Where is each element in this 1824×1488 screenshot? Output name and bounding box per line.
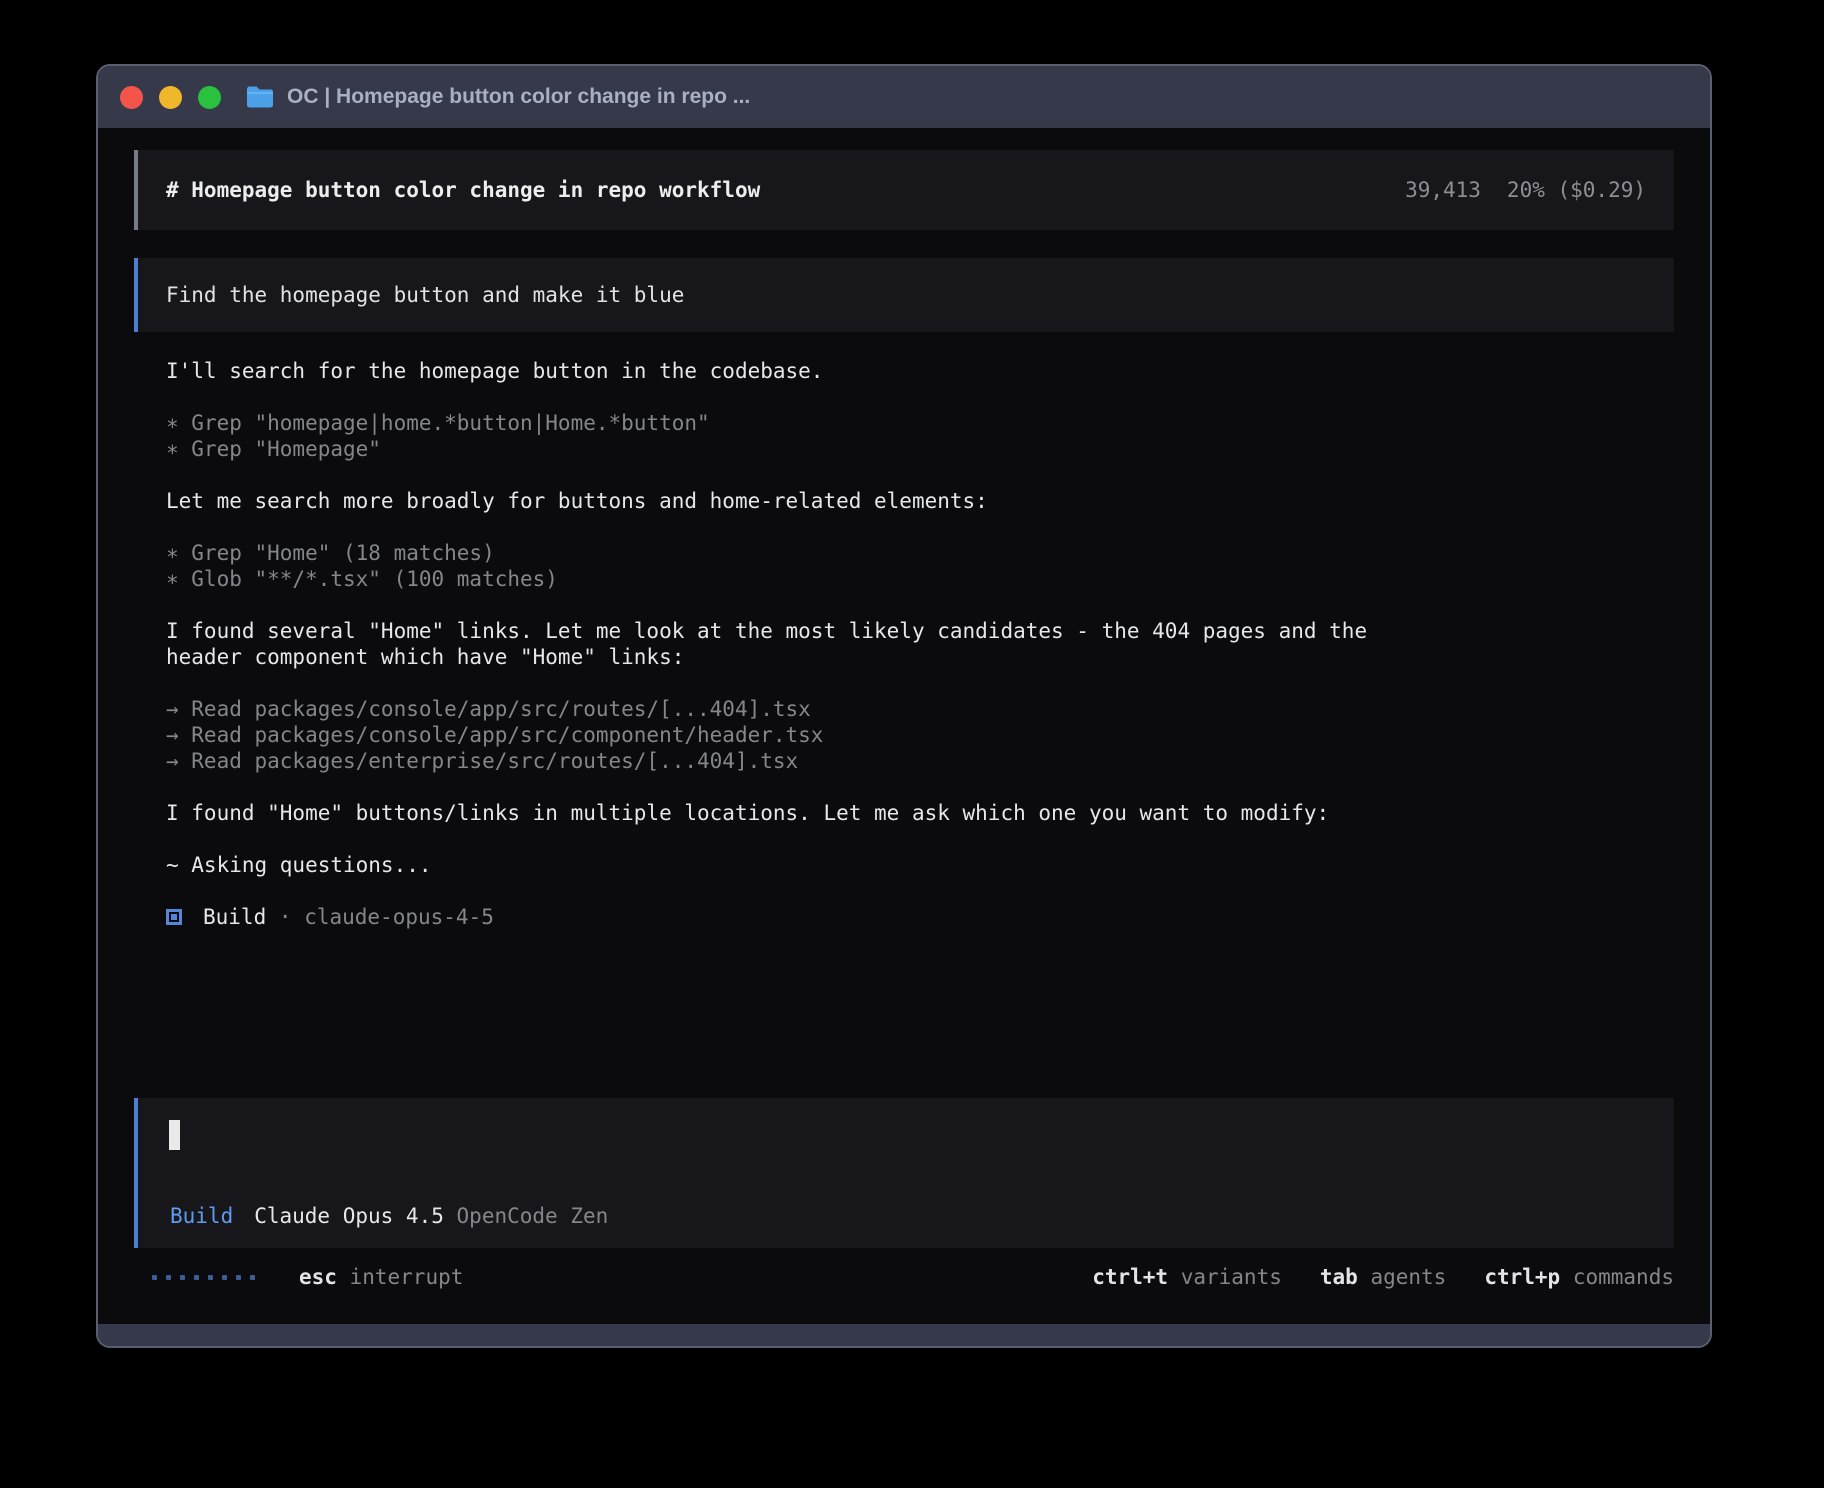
- agent-name: Build: [203, 905, 266, 929]
- interrupt-label: interrupt: [350, 1265, 464, 1289]
- session-header: # Homepage button color change in repo w…: [134, 150, 1674, 230]
- transcript-line: ∗ Grep "Home" (18 matches): [166, 540, 1674, 566]
- spinner-dot: [152, 1275, 157, 1280]
- interrupt-key: esc: [299, 1265, 337, 1289]
- user-message: Find the homepage button and make it blu…: [134, 258, 1674, 332]
- window-title: OC | Homepage button color change in rep…: [287, 85, 750, 109]
- build-agent-icon: [166, 909, 182, 925]
- agents-hint: tab agents: [1320, 1265, 1446, 1289]
- input-provider-name: OpenCode Zen: [444, 1204, 608, 1228]
- prompt-input[interactable]: Build Claude Opus 4.5 OpenCode Zen: [134, 1098, 1674, 1248]
- agent-separator: ·: [266, 905, 304, 929]
- statusbar-left: esc interrupt: [152, 1265, 463, 1289]
- interrupt-hint: esc interrupt: [299, 1265, 463, 1289]
- transcript-line: Let me search more broadly for buttons a…: [166, 488, 1674, 514]
- spinner-dot: [208, 1275, 213, 1280]
- terminal-content: # Homepage button color change in repo w…: [98, 128, 1710, 1324]
- input-model-name: Claude Opus 4.5: [254, 1204, 444, 1228]
- session-stats: 39,413 20% ($0.29): [1405, 178, 1646, 202]
- transcript-line: → Read packages/console/app/src/componen…: [166, 722, 1674, 748]
- variants-hint: ctrl+t variants: [1092, 1265, 1282, 1289]
- spinner-dot: [222, 1275, 227, 1280]
- text-cursor: [169, 1120, 180, 1150]
- transcript-line: ∗ Glob "**/*.tsx" (100 matches): [166, 566, 1674, 592]
- transcript-line: [166, 462, 1674, 488]
- minimize-button[interactable]: [159, 86, 182, 109]
- transcript-line: ~ Asking questions...: [166, 852, 1674, 878]
- content-spacer: [134, 930, 1674, 1098]
- input-meta: Build Claude Opus 4.5 OpenCode Zen: [170, 1204, 608, 1228]
- folder-icon: [245, 85, 275, 109]
- transcript-line: [166, 670, 1674, 696]
- transcript-line: [166, 514, 1674, 540]
- working-spinner-icon: [152, 1275, 255, 1280]
- spinner-dot: [166, 1275, 171, 1280]
- input-agent-badge[interactable]: Build: [170, 1204, 233, 1228]
- spinner-dot: [236, 1275, 241, 1280]
- transcript-line: ∗ Grep "homepage|home.*button|Home.*butt…: [166, 410, 1674, 436]
- transcript-line: header component which have "Home" links…: [166, 644, 1674, 670]
- traffic-lights: [120, 86, 221, 109]
- agent-status-row: Build · claude-opus-4-5: [134, 904, 1674, 930]
- close-button[interactable]: [120, 86, 143, 109]
- statusbar-right: ctrl+t variants tab agents ctrl+p comman…: [1092, 1265, 1674, 1289]
- transcript-line: → Read packages/enterprise/src/routes/[.…: [166, 748, 1674, 774]
- transcript-line: [166, 592, 1674, 618]
- session-title: # Homepage button color change in repo w…: [166, 178, 760, 202]
- terminal-window: OC | Homepage button color change in rep…: [96, 64, 1712, 1348]
- transcript-line: I found several "Home" links. Let me loo…: [166, 618, 1674, 644]
- agent-model: claude-opus-4-5: [304, 905, 494, 929]
- transcript-line: → Read packages/console/app/src/routes/[…: [166, 696, 1674, 722]
- statusbar: esc interrupt ctrl+t variants tab agents…: [134, 1258, 1674, 1296]
- commands-hint: ctrl+p commands: [1484, 1265, 1674, 1289]
- transcript-line: I found "Home" buttons/links in multiple…: [166, 800, 1674, 826]
- window-bottom-chrome: [98, 1324, 1710, 1346]
- spinner-dot: [194, 1275, 199, 1280]
- spinner-dot: [180, 1275, 185, 1280]
- token-count: 39,413: [1405, 178, 1481, 202]
- context-usage: 20% ($0.29): [1507, 178, 1646, 202]
- titlebar: OC | Homepage button color change in rep…: [98, 66, 1710, 128]
- zoom-button[interactable]: [198, 86, 221, 109]
- transcript-line: [166, 774, 1674, 800]
- spinner-dot: [250, 1275, 255, 1280]
- transcript-line: [166, 384, 1674, 410]
- transcript-line: ∗ Grep "Homepage": [166, 436, 1674, 462]
- transcript-line: I'll search for the homepage button in t…: [166, 358, 1674, 384]
- transcript-line: [166, 826, 1674, 852]
- transcript-line: [166, 878, 1674, 904]
- user-message-text: Find the homepage button and make it blu…: [166, 283, 684, 307]
- transcript: I'll search for the homepage button in t…: [134, 358, 1674, 904]
